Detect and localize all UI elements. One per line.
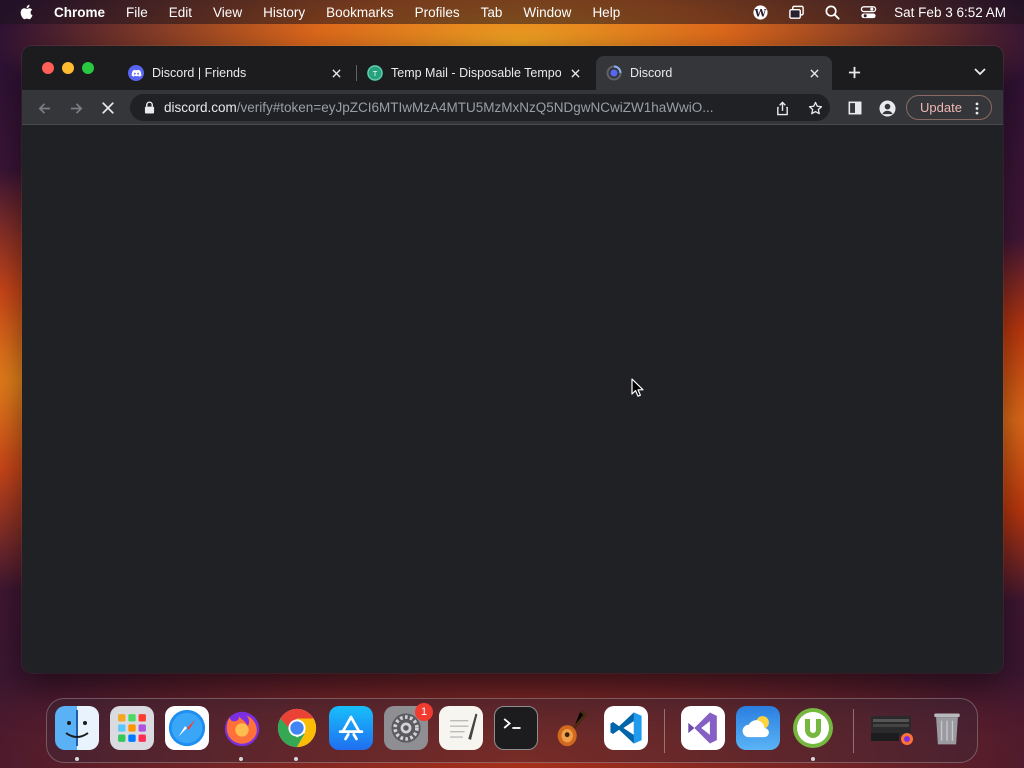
url-path: /verify#token=eyJpZCI6MTIwMzA4MTU5MzMxNz…: [236, 100, 714, 115]
tab-discord-friends[interactable]: Discord | Friends: [118, 56, 354, 90]
notification-badge: 1: [415, 703, 433, 721]
visual-studio-icon[interactable]: [681, 706, 725, 750]
address-bar[interactable]: discord.com/verify#token=eyJpZCI6MTIwMzA…: [130, 94, 830, 121]
tab-title: Discord | Friends: [152, 66, 247, 80]
running-indicator: [294, 757, 298, 761]
bookmark-star-icon[interactable]: [806, 99, 824, 117]
chrome-window: Discord | Friends T Temp Mail - Disposab…: [22, 46, 1003, 673]
menu-profiles[interactable]: Profiles: [404, 5, 470, 20]
more-menu-icon[interactable]: [970, 100, 984, 116]
menu-file[interactable]: File: [116, 5, 159, 20]
tab-title: Temp Mail - Disposable Tempo: [391, 66, 561, 80]
dock-separator: [664, 709, 665, 753]
minimize-window-button[interactable]: [62, 62, 74, 74]
url-text[interactable]: discord.com/verify#token=eyJpZCI6MTIwMzA…: [164, 100, 764, 115]
garageband-icon[interactable]: [549, 706, 593, 750]
running-indicator: [811, 757, 815, 761]
close-tab-icon[interactable]: [806, 65, 822, 81]
dock: 1: [46, 698, 978, 763]
spotlight-search-icon[interactable]: [822, 2, 842, 22]
tab-strip: Discord | Friends T Temp Mail - Disposab…: [22, 46, 1003, 90]
screen-mirroring-icon[interactable]: [786, 2, 806, 22]
safari-icon[interactable]: [165, 706, 209, 750]
menu-view[interactable]: View: [203, 5, 253, 20]
menu-tab[interactable]: Tab: [470, 5, 513, 20]
system-preferences-icon[interactable]: 1: [384, 703, 433, 750]
utorrent-icon[interactable]: [791, 706, 835, 750]
launchpad-icon[interactable]: [110, 706, 154, 750]
menu-bar: Chrome File Edit View History Bookmarks …: [0, 0, 1024, 24]
browser-toolbar: discord.com/verify#token=eyJpZCI6MTIwMzA…: [22, 90, 1003, 125]
menu-bookmarks[interactable]: Bookmarks: [316, 5, 405, 20]
menu-history[interactable]: History: [253, 5, 316, 20]
menu-clock[interactable]: Sat Feb 3 6:52 AM: [894, 5, 1006, 20]
close-tab-icon[interactable]: [567, 65, 583, 81]
firefox-icon[interactable]: [220, 706, 264, 750]
weather-icon[interactable]: [736, 706, 780, 750]
dock-separator: [853, 709, 854, 753]
menu-window[interactable]: Window: [513, 5, 582, 20]
back-arrow-icon[interactable]: [33, 97, 55, 119]
update-chrome-button[interactable]: Update: [906, 95, 992, 120]
chrome-icon[interactable]: [275, 706, 319, 750]
profile-avatar-icon[interactable]: [876, 97, 898, 119]
page-content-blank[interactable]: [22, 126, 1003, 673]
control-center-icon[interactable]: [858, 2, 878, 22]
tab-search-chevron-icon[interactable]: [971, 63, 989, 81]
finder-icon[interactable]: [55, 706, 99, 750]
side-panel-icon[interactable]: [844, 97, 866, 119]
discord-icon: [128, 65, 144, 81]
close-window-button[interactable]: [42, 62, 54, 74]
wordpress-status-icon[interactable]: W: [750, 2, 770, 22]
close-tab-icon[interactable]: [328, 65, 344, 81]
lock-icon[interactable]: [142, 101, 156, 115]
window-controls: [42, 62, 102, 74]
url-host: discord.com: [164, 100, 237, 115]
mouse-pointer-icon: [631, 378, 644, 397]
app-store-icon[interactable]: [329, 706, 373, 750]
tab-title: Discord: [630, 66, 673, 80]
menu-edit[interactable]: Edit: [158, 5, 202, 20]
tab-temp-mail[interactable]: T Temp Mail - Disposable Tempo: [357, 56, 593, 90]
new-tab-button[interactable]: [844, 62, 864, 82]
running-indicator: [239, 757, 243, 761]
share-icon[interactable]: [773, 99, 791, 117]
menu-help[interactable]: Help: [582, 5, 631, 20]
tab-discord-active[interactable]: Discord: [596, 56, 832, 90]
stop-loading-icon[interactable]: [97, 97, 119, 119]
vscode-icon[interactable]: [604, 706, 648, 750]
trash-icon[interactable]: [925, 706, 969, 750]
tempmail-icon: T: [367, 65, 383, 81]
apple-menu-icon[interactable]: [16, 2, 36, 22]
terminal-icon[interactable]: [494, 706, 538, 750]
svg-text:W: W: [753, 7, 766, 19]
zoom-window-button[interactable]: [82, 62, 94, 74]
forward-arrow-icon[interactable]: [65, 97, 87, 119]
downloads-stack-icon[interactable]: [869, 706, 913, 750]
discord-loading-icon: [606, 65, 622, 81]
textedit-icon[interactable]: [439, 706, 483, 750]
update-button-label: Update: [920, 100, 962, 115]
menu-app-name[interactable]: Chrome: [50, 5, 116, 20]
running-indicator: [75, 757, 79, 761]
svg-text:T: T: [372, 70, 378, 78]
